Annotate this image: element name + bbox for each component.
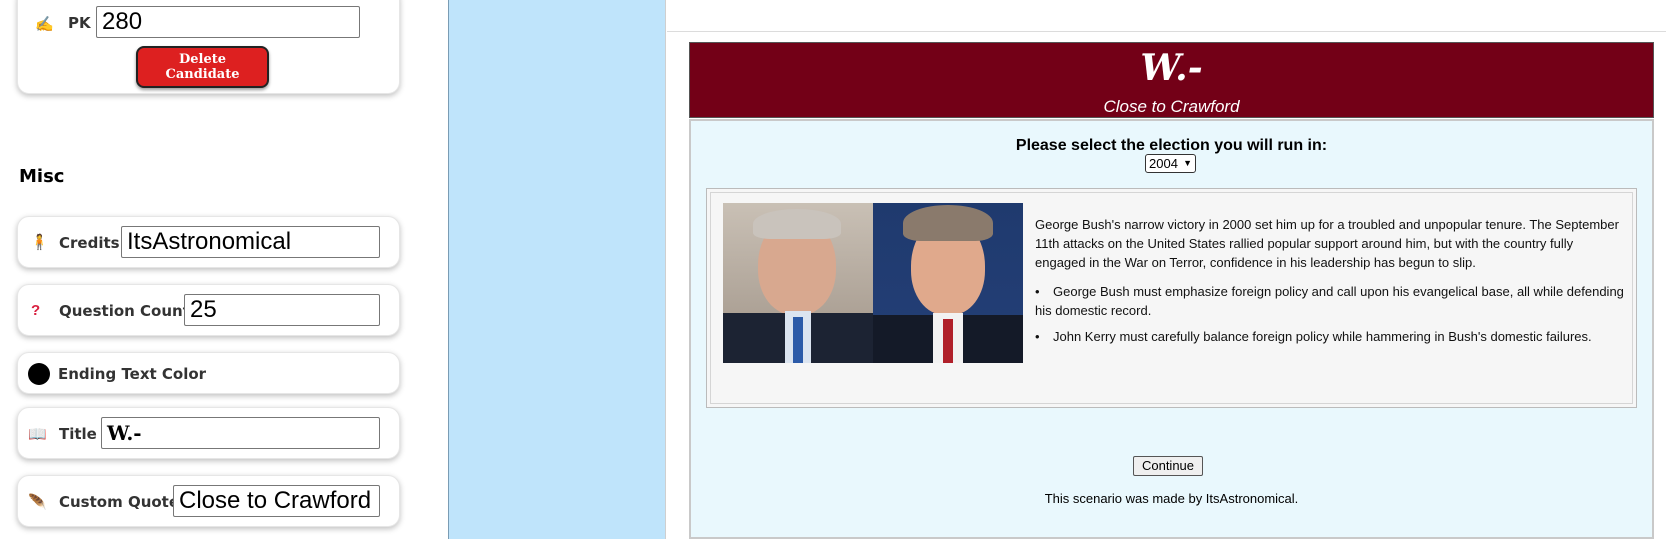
question-count-card: ? Question Count 25: [17, 284, 400, 336]
continue-button[interactable]: Continue: [1133, 456, 1203, 476]
ending-text-color-swatch[interactable]: [28, 363, 50, 385]
divider-strip: [448, 0, 666, 539]
candidate-photo-left: [723, 203, 873, 363]
pk-card: ✍ PK 280 Delete Candidate: [17, 0, 400, 94]
candidates-photo: [723, 203, 1023, 363]
scenario-header: W.- Close to Crawford: [689, 42, 1654, 118]
list-item: • George Bush must emphasize foreign poli…: [1035, 284, 1624, 318]
title-input[interactable]: W.-: [101, 417, 380, 449]
scenario-subtitle: Close to Crawford: [1103, 97, 1240, 116]
title-label: Title: [59, 425, 97, 443]
book-icon: 📖: [28, 426, 47, 443]
election-summary: George Bush's narrow victory in 2000 set…: [1035, 217, 1619, 270]
election-description: George Bush's narrow victory in 2000 set…: [1035, 215, 1625, 353]
chevron-down-icon: ▼: [1183, 158, 1192, 168]
list-item: • John Kerry must carefully balance forei…: [1035, 329, 1592, 344]
credits-card: 🧍 Credits ItsAstronomical: [17, 216, 400, 268]
question-count-label: Question Count: [59, 302, 190, 320]
scenario-credit: This scenario was made by ItsAstronomica…: [1044, 491, 1299, 506]
person-icon: 🧍: [30, 234, 49, 251]
candidate-photo-right: [873, 203, 1023, 363]
election-description-box: George Bush's narrow victory in 2000 set…: [706, 188, 1637, 408]
credits-label: Credits: [59, 234, 120, 252]
election-prompt: Please select the election you will run …: [1015, 137, 1328, 154]
custom-quote-input[interactable]: Close to Crawford: [173, 485, 380, 517]
credits-input[interactable]: ItsAstronomical: [121, 226, 380, 258]
title-card: 📖 Title W.-: [17, 407, 400, 459]
election-year-value: 2004: [1149, 156, 1178, 171]
delete-candidate-button[interactable]: Delete Candidate: [136, 46, 269, 88]
question-count-input[interactable]: 25: [184, 294, 380, 326]
writing-hand-icon: ✍: [35, 16, 54, 33]
feather-icon: 🪶: [28, 494, 47, 511]
ending-text-color-card: Ending Text Color: [17, 352, 400, 394]
preview-divider: [667, 31, 1666, 32]
election-year-select[interactable]: 2004 ▼: [1145, 154, 1196, 173]
candidate-notes: • George Bush must emphasize foreign poli…: [1035, 282, 1625, 346]
editor-panel: ✍ PK 280 Delete Candidate Misc 🧍 Credits…: [0, 0, 448, 539]
scenario-title: W.-: [1140, 47, 1203, 89]
pk-label: PK: [68, 14, 91, 32]
pk-input[interactable]: 280: [96, 6, 360, 38]
custom-quote-card: 🪶 Custom Quote Close to Crawford: [17, 475, 400, 527]
ending-text-color-label: Ending Text Color: [58, 365, 207, 383]
custom-quote-label: Custom Quote: [59, 493, 180, 511]
scenario-content: Please select the election you will run …: [689, 119, 1654, 539]
misc-heading: Misc: [19, 166, 65, 187]
question-mark-icon: ?: [31, 302, 41, 319]
